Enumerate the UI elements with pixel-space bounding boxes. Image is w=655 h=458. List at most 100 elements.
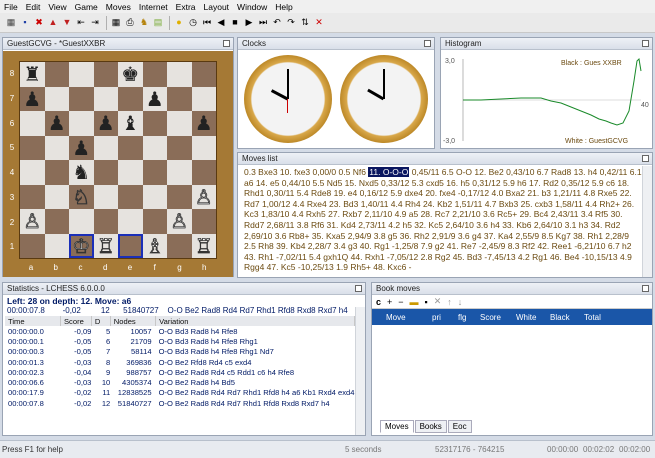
square-b3[interactable] bbox=[44, 184, 69, 209]
square-a1[interactable] bbox=[20, 233, 45, 258]
square-h3[interactable]: ♙ bbox=[191, 184, 216, 209]
table-row[interactable]: 00:00:00.3 -0,05 7 58114 O-O Bd3 Rad8 h4 Rfe… bbox=[5, 347, 355, 357]
book-down-icon[interactable]: ↓ bbox=[458, 297, 463, 307]
square-h4[interactable] bbox=[191, 160, 216, 185]
prev-move-icon[interactable]: ◀ bbox=[215, 16, 227, 29]
table-row[interactable]: 00:00:00.0 -0,09 5 10057 O-O Bd3 Rad8 h4 Rfe… bbox=[5, 326, 355, 336]
square-f3[interactable] bbox=[142, 184, 167, 209]
square-d3[interactable] bbox=[93, 184, 118, 209]
square-h6[interactable]: ♟ bbox=[191, 111, 216, 136]
white-piece[interactable]: ♙ bbox=[170, 211, 189, 232]
book-remove-icon[interactable]: − bbox=[398, 297, 403, 307]
square-d2[interactable] bbox=[93, 209, 118, 234]
white-piece[interactable]: ♙ bbox=[23, 211, 42, 232]
white-piece[interactable]: ♗ bbox=[145, 235, 164, 256]
redo-icon[interactable]: ↷ bbox=[285, 16, 297, 29]
database-icon[interactable]: ▤ bbox=[152, 16, 164, 29]
first-icon[interactable]: ⇤ bbox=[75, 16, 87, 29]
black-piece[interactable]: ♟ bbox=[146, 89, 164, 109]
book-add-icon[interactable]: + bbox=[387, 297, 392, 307]
save-icon[interactable]: ▪ bbox=[19, 16, 31, 29]
black-piece[interactable]: ♟ bbox=[195, 113, 213, 133]
square-c8[interactable] bbox=[69, 62, 94, 87]
square-b2[interactable] bbox=[44, 209, 69, 234]
square-d8[interactable] bbox=[93, 62, 118, 87]
square-g6[interactable] bbox=[167, 111, 192, 136]
table-row[interactable]: 00:00:07.8 -0,02 12 51840727 O-O Be2 Rad8 Rd… bbox=[5, 398, 355, 408]
menu-item-file[interactable]: File bbox=[4, 2, 18, 12]
stat-col-time[interactable]: Time bbox=[5, 316, 61, 326]
square-b5[interactable] bbox=[44, 135, 69, 160]
current-move[interactable]: 11. O-O-O bbox=[368, 167, 410, 177]
delete-icon[interactable]: ✖ bbox=[33, 16, 45, 29]
stat-col-variation[interactable]: Variation bbox=[155, 316, 355, 326]
first-move-icon[interactable]: ⏮ bbox=[201, 16, 213, 29]
square-d7[interactable] bbox=[93, 86, 118, 111]
black-piece[interactable]: ♝ bbox=[121, 113, 139, 133]
histogram-panel-menu-button[interactable] bbox=[642, 40, 649, 47]
square-f7[interactable]: ♟ bbox=[142, 86, 167, 111]
menu-item-help[interactable]: Help bbox=[275, 2, 292, 12]
square-e4[interactable] bbox=[118, 160, 143, 185]
book-col-black[interactable]: Black bbox=[548, 313, 582, 322]
book-col-total[interactable]: Total bbox=[582, 313, 622, 322]
square-c2[interactable] bbox=[69, 209, 94, 234]
table-row[interactable]: 00:00:00.1 -0,05 6 21709 O-O Bd3 Rad8 h4 Rfe… bbox=[5, 336, 355, 346]
square-a8[interactable]: ♜ bbox=[20, 62, 45, 87]
square-d6[interactable]: ♟ bbox=[93, 111, 118, 136]
close-icon[interactable]: ✕ bbox=[313, 16, 325, 29]
table-row[interactable]: 00:00:17.9 -0,02 11 12838525 O-O Be2 Rad8 Rd… bbox=[5, 388, 355, 398]
white-piece[interactable]: ♘ bbox=[72, 186, 91, 207]
engine-icon[interactable]: ♞ bbox=[138, 16, 150, 29]
square-f6[interactable] bbox=[142, 111, 167, 136]
tab-eoc[interactable]: Eoc bbox=[447, 420, 472, 433]
board-panel-menu-button[interactable] bbox=[223, 40, 230, 47]
menu-item-moves[interactable]: Moves bbox=[106, 2, 131, 12]
square-c5[interactable]: ♟ bbox=[69, 135, 94, 160]
square-d1[interactable]: ♖ bbox=[93, 233, 118, 258]
square-d5[interactable] bbox=[93, 135, 118, 160]
down-icon[interactable]: ▼ bbox=[61, 16, 73, 29]
statistics-scrollbar[interactable] bbox=[355, 307, 365, 435]
menu-item-edit[interactable]: Edit bbox=[26, 2, 41, 12]
time-icon[interactable]: ◷ bbox=[187, 16, 199, 29]
white-piece[interactable]: ♙ bbox=[194, 186, 213, 207]
next-move-icon[interactable]: ▶ bbox=[243, 16, 255, 29]
black-piece[interactable]: ♟ bbox=[97, 113, 115, 133]
white-piece[interactable]: ♔ bbox=[72, 235, 91, 256]
square-g2[interactable]: ♙ bbox=[167, 209, 192, 234]
up-icon[interactable]: ▲ bbox=[47, 16, 59, 29]
moves-panel-menu-button[interactable] bbox=[642, 155, 649, 162]
square-e3[interactable] bbox=[118, 184, 143, 209]
square-d4[interactable] bbox=[93, 160, 118, 185]
chess-board[interactable]: ♜ ♚ ♟ ♟ ♟ ♟ ♝ ♟ ♟ ♞ ♘ ♙ ♙ ♙ ♔ ♖ ♗ ♖ bbox=[19, 61, 217, 259]
stop-icon[interactable]: ■ bbox=[229, 16, 241, 29]
square-g5[interactable] bbox=[167, 135, 192, 160]
book-open-icon[interactable]: ▬ bbox=[410, 297, 419, 307]
square-b1[interactable] bbox=[44, 233, 69, 258]
stat-col-d[interactable]: D bbox=[91, 316, 111, 326]
statistics-panel-menu-button[interactable] bbox=[355, 285, 362, 292]
book-col-flg[interactable]: flg bbox=[456, 313, 478, 322]
tab-moves[interactable]: Moves bbox=[380, 420, 414, 433]
square-h2[interactable] bbox=[191, 209, 216, 234]
square-g8[interactable] bbox=[167, 62, 192, 87]
square-c1[interactable]: ♔ bbox=[69, 233, 94, 258]
hint-icon[interactable]: ● bbox=[173, 16, 185, 29]
square-c3[interactable]: ♘ bbox=[69, 184, 94, 209]
white-piece[interactable]: ♖ bbox=[96, 235, 115, 256]
moves-text[interactable]: 0.3 Bxe3 10. fxe3 0,00/0 0.5 Nf6 11. O-O… bbox=[244, 167, 642, 277]
square-a2[interactable]: ♙ bbox=[20, 209, 45, 234]
square-f2[interactable] bbox=[142, 209, 167, 234]
square-e1[interactable] bbox=[118, 233, 143, 258]
tab-books[interactable]: Books bbox=[414, 420, 447, 433]
table-row[interactable]: 00:00:02.3 -0,04 9 988757 O-O Be2 Rad8 Rd4 c… bbox=[5, 367, 355, 377]
book-col-score[interactable]: Score bbox=[478, 313, 514, 322]
square-b4[interactable] bbox=[44, 160, 69, 185]
last-icon[interactable]: ⇥ bbox=[89, 16, 101, 29]
square-h1[interactable]: ♖ bbox=[191, 233, 216, 258]
square-b6[interactable]: ♟ bbox=[44, 111, 69, 136]
flip-icon[interactable]: ⇅ bbox=[299, 16, 311, 29]
board-icon[interactable]: ▦ bbox=[110, 16, 122, 29]
square-e6[interactable]: ♝ bbox=[118, 111, 143, 136]
